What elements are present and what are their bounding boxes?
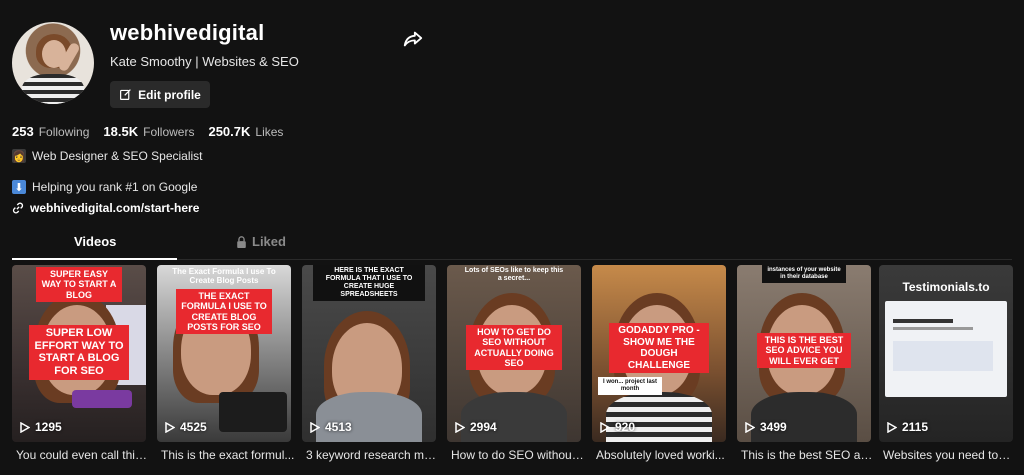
play-icon	[20, 421, 30, 433]
view-count: 2115	[887, 420, 928, 434]
video-description[interactable]: This is the best SEO ad...	[741, 448, 875, 462]
video-card[interactable]: instances of your website in their datab…	[737, 265, 871, 442]
edit-profile-label: Edit profile	[138, 87, 201, 102]
bio-line-2: ⬇ Helping you rank #1 on Google	[12, 180, 197, 194]
bio-line-1: 👩 Web Designer & SEO Specialist	[12, 149, 203, 163]
profile-link[interactable]: webhivedigital.com/start-here	[12, 201, 199, 215]
video-overlay-text: instances of your website in their datab…	[762, 265, 846, 283]
video-overlay-text: Testimonials.to	[902, 280, 990, 294]
edit-icon	[120, 89, 131, 100]
video-description[interactable]: 3 keyword research me...	[306, 448, 440, 462]
active-tab-indicator	[12, 258, 177, 260]
edit-profile-button[interactable]: Edit profile	[110, 81, 210, 108]
down-arrow-emoji-icon: ⬇	[12, 180, 26, 194]
play-icon	[310, 421, 320, 433]
view-count: 3499	[745, 420, 787, 434]
view-count: 1295	[20, 420, 62, 434]
video-description[interactable]: Absolutely loved worki...	[596, 448, 730, 462]
lock-icon	[237, 235, 246, 248]
view-count: 2994	[455, 420, 497, 434]
video-card[interactable]: Lots of SEOs like to keep this a secret.…	[447, 265, 581, 442]
video-overlay-text: Lots of SEOs like to keep this a secret.…	[464, 267, 564, 283]
technologist-emoji-icon: 👩	[12, 149, 26, 163]
following-stat[interactable]: 253 Following	[12, 124, 89, 139]
video-overlay-text: THE EXACT FORMULA I USE TO CREATE BLOG P…	[176, 289, 272, 335]
tab-videos[interactable]: Videos	[74, 234, 116, 249]
video-overlay-text: I won... project last month	[598, 377, 662, 395]
video-card[interactable]: SUPER EASY WAY TO START A BLOG SUPER LOW…	[12, 265, 146, 442]
tab-liked[interactable]: Liked	[236, 234, 286, 249]
video-overlay-text: GODADDY PRO - SHOW ME THE DOUGH CHALLENG…	[609, 323, 709, 373]
view-count: 4513	[310, 420, 352, 434]
profile-stats: 253 Following 18.5K Followers 250.7K Likes	[12, 124, 283, 139]
profile-tabs: Videos Liked	[0, 234, 1024, 260]
profile-avatar[interactable]	[12, 22, 94, 104]
link-icon	[12, 202, 24, 214]
video-overlay-text: SUPER EASY WAY TO START A BLOG	[36, 267, 122, 303]
view-count: 4525	[165, 420, 207, 434]
video-overlay-text: HERE IS THE EXACT FORMULA THAT I USE TO …	[313, 265, 425, 302]
video-overlay-text: SUPER LOW EFFORT WAY TO START A BLOG FOR…	[29, 325, 129, 380]
play-icon	[165, 421, 175, 433]
video-overlay-text: HOW TO GET DO SEO WITHOUT ACTUALLY DOING…	[466, 325, 562, 371]
video-description[interactable]: You could even call this...	[16, 448, 150, 462]
play-icon	[887, 421, 897, 433]
followers-stat[interactable]: 18.5K Followers	[103, 124, 194, 139]
play-icon	[600, 421, 610, 433]
profile-subtitle: Kate Smoothy | Websites & SEO	[110, 54, 299, 69]
video-description[interactable]: How to do SEO without...	[451, 448, 585, 462]
play-icon	[745, 421, 755, 433]
video-card[interactable]: The Exact Formula I use To Create Blog P…	[157, 265, 291, 442]
video-description[interactable]: This is the exact formul...	[161, 448, 295, 462]
video-overlay-text: THIS IS THE BEST SEO ADVICE YOU WILL EVE…	[757, 333, 851, 369]
video-card[interactable]: HERE IS THE EXACT FORMULA THAT I USE TO …	[302, 265, 436, 442]
likes-stat: 250.7K Likes	[208, 124, 284, 139]
video-card[interactable]: Testimonials.to 2115	[879, 265, 1013, 442]
video-overlay-text: The Exact Formula I use To Create Blog P…	[172, 267, 276, 286]
video-description[interactable]: Websites you need to k...	[883, 448, 1013, 462]
video-card[interactable]: GODADDY PRO - SHOW ME THE DOUGH CHALLENG…	[592, 265, 726, 442]
play-icon	[455, 421, 465, 433]
profile-username: webhivedigital	[110, 20, 265, 45]
share-icon[interactable]	[402, 28, 424, 50]
view-count: 920	[600, 420, 635, 434]
